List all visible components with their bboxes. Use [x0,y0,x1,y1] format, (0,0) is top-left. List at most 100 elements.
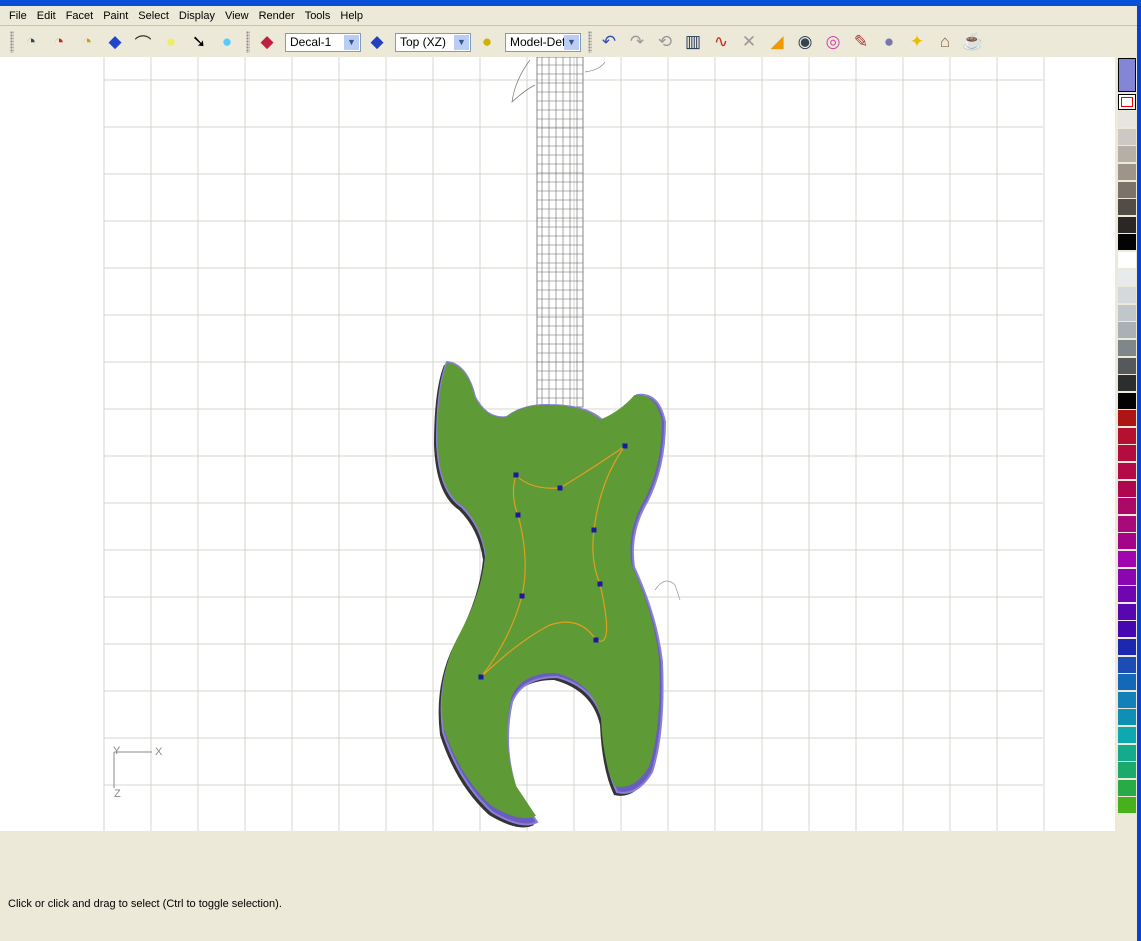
menu-display[interactable]: Display [174,10,220,22]
teapot-icon[interactable]: ☕ [960,29,986,55]
control-point[interactable] [478,674,484,680]
color-swatch[interactable] [1118,163,1136,180]
color-swatch[interactable] [1118,181,1136,198]
menu-paint[interactable]: Paint [98,10,133,22]
toolbar-grip[interactable] [10,31,14,53]
color-swatch[interactable] [1118,287,1136,304]
color-swatch[interactable] [1118,463,1136,480]
color-swatch[interactable] [1118,533,1136,550]
color-swatch[interactable] [1118,480,1136,497]
no-color-swatch[interactable] [1118,93,1136,110]
color-swatch[interactable] [1118,392,1136,409]
color-swatch[interactable] [1118,216,1136,233]
color-wheel-icon[interactable]: ◎ [820,29,846,55]
control-point[interactable] [597,581,603,587]
histogram-icon[interactable]: ▥ [680,29,706,55]
brushes-icon[interactable]: ✎ [848,29,874,55]
menu-help[interactable]: Help [335,10,368,22]
color-swatch[interactable] [1118,639,1136,655]
guitar-body[interactable] [437,362,662,819]
spotlight-icon[interactable]: ✦ [904,29,930,55]
grid-plane-icon[interactable]: ◆ [364,29,390,55]
control-point[interactable] [519,593,525,599]
curve-view-icon[interactable]: ⌒ [130,29,156,55]
decal-layers-icon[interactable]: ◆ [254,29,280,55]
color-swatch[interactable] [1118,603,1136,620]
chevron-down-icon[interactable]: ▼ [454,34,469,50]
color-swatch[interactable] [1118,146,1136,163]
color-swatch[interactable] [1118,709,1136,726]
view-eye-yellow-icon[interactable]: ◔ [74,29,100,55]
color-swatch[interactable] [1118,797,1136,814]
menu-facet[interactable]: Facet [61,10,99,22]
color-swatch[interactable] [1118,744,1136,761]
window-border [1137,6,1141,941]
model-select[interactable]: Model-Defa ▼ [505,32,581,52]
menu-select[interactable]: Select [133,10,174,22]
repeat-icon[interactable]: ⟲ [652,29,678,55]
view-eye-icon[interactable]: ◔ [18,29,44,55]
color-swatch[interactable] [1118,726,1136,743]
color-swatch[interactable] [1118,515,1136,532]
decal-select[interactable]: Decal-1 ▼ [285,32,361,52]
color-swatch[interactable] [1118,357,1136,374]
color-swatch[interactable] [1118,779,1136,796]
axis-x-label: X [155,746,163,758]
toolbar-grip[interactable] [588,31,592,53]
circle-icon[interactable]: ● [214,29,240,55]
sphere-icon[interactable]: ● [876,29,902,55]
color-swatch[interactable] [1118,251,1136,268]
color-swatch[interactable] [1118,339,1136,356]
color-swatch[interactable] [1118,199,1136,216]
menu-tools[interactable]: Tools [300,10,336,22]
chevron-down-icon[interactable]: ▼ [564,34,579,50]
color-swatch[interactable] [1118,128,1136,145]
grid-plane-icon[interactable]: ◆ [102,29,128,55]
cursor-light-icon[interactable]: ➘ [186,29,212,55]
control-point[interactable] [515,512,521,518]
toolbar-grip[interactable] [246,31,250,53]
view-eye-red-icon[interactable]: ◔ [46,29,72,55]
color-swatch[interactable] [1118,269,1136,286]
menu-edit[interactable]: Edit [32,10,61,22]
control-point[interactable] [557,485,563,491]
control-point[interactable] [513,472,519,478]
chevron-down-icon[interactable]: ▼ [344,34,359,50]
color-swatch[interactable] [1118,691,1136,708]
color-swatch[interactable] [1118,375,1136,392]
3d-viewport[interactable]: Y X Z [0,57,1115,831]
color-swatch[interactable] [1118,621,1136,638]
light-bulb-icon[interactable]: ● [158,29,184,55]
color-swatch[interactable] [1118,498,1136,515]
menu-file[interactable]: File [4,10,32,22]
color-swatch[interactable] [1118,674,1136,691]
menu-render[interactable]: Render [254,10,300,22]
brush-fill-icon[interactable]: ◢ [764,29,790,55]
axis-y-label: Y [113,745,121,757]
menu-view[interactable]: View [220,10,254,22]
color-swatch[interactable] [1118,568,1136,585]
color-swatch[interactable] [1118,656,1136,673]
color-swatch[interactable] [1118,322,1136,339]
curve-delete-icon[interactable]: ✕ [736,29,762,55]
color-swatch[interactable] [1118,410,1136,427]
color-swatch[interactable] [1118,586,1136,603]
eye-icon[interactable]: ◉ [792,29,818,55]
color-swatch[interactable] [1118,427,1136,444]
curve-edit-icon[interactable]: ∿ [708,29,734,55]
color-swatch[interactable] [1118,762,1136,779]
color-swatch[interactable] [1118,304,1136,321]
model-layers-icon[interactable]: ● [474,29,500,55]
control-point[interactable] [591,527,597,533]
redo-icon[interactable]: ↷ [624,29,650,55]
color-swatch[interactable] [1118,111,1136,128]
control-point[interactable] [622,443,628,449]
color-swatch[interactable] [1118,234,1136,251]
control-point[interactable] [593,637,599,643]
color-swatch[interactable] [1118,551,1136,568]
undo-icon[interactable]: ↶ [596,29,622,55]
color-swatch[interactable] [1118,445,1136,462]
room-icon[interactable]: ⌂ [932,29,958,55]
view-select[interactable]: Top (XZ) ▼ [395,32,471,52]
current-color-swatch[interactable] [1118,58,1136,92]
